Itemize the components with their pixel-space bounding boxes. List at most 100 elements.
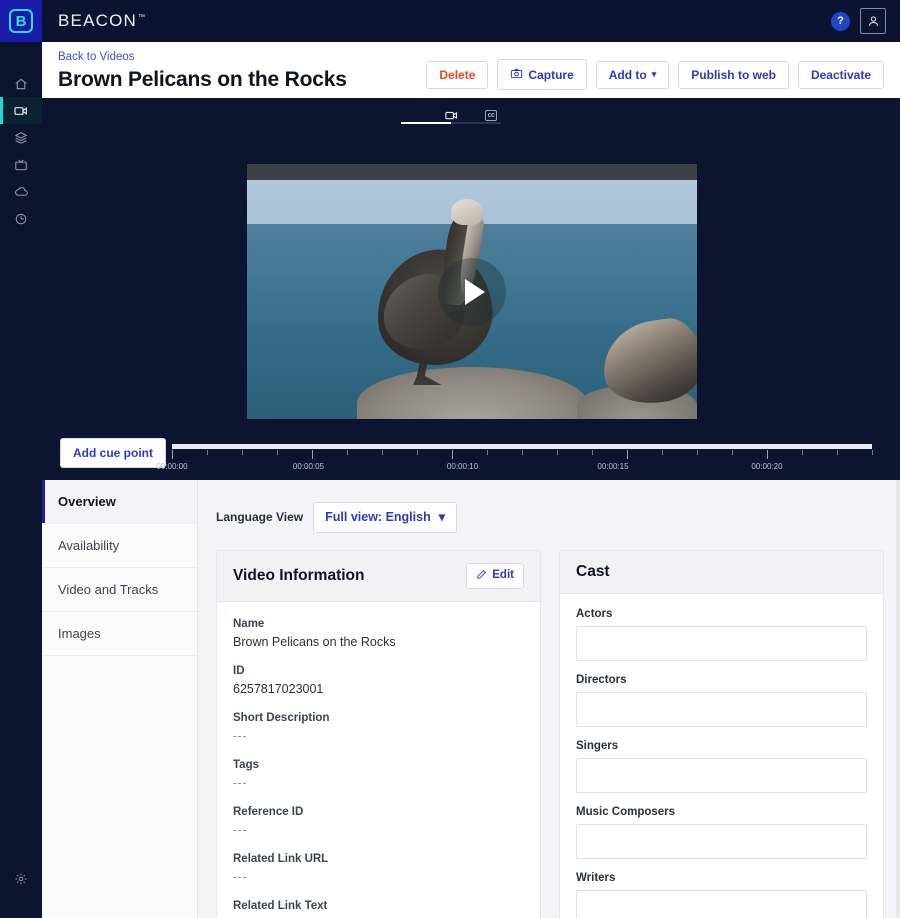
cast-field-input[interactable] [576, 823, 867, 859]
video-info-field-label: Related Link Text [233, 900, 328, 912]
panel-cards: Video Information Edit Name Brown Pelican… [198, 533, 900, 918]
publish-to-web-button[interactable]: Publish to web [678, 60, 789, 89]
cast-title: Cast [576, 562, 610, 580]
video-info-field: Name Brown Pelicans on the Rocks [233, 616, 524, 652]
nav-item-availability[interactable]: Availability [42, 524, 197, 568]
video-information-header: Video Information Edit [217, 550, 540, 602]
add-to-button[interactable]: Add to ▾ [595, 60, 670, 89]
video-info-field-label: Tags [233, 759, 259, 771]
help-icon[interactable]: ? [831, 11, 850, 31]
timeline-tick [277, 450, 278, 455]
page-header: Back to Videos Brown Pelicans on the Roc… [42, 42, 900, 98]
video-info-field: ID 6257817023001 [233, 663, 524, 699]
video-info-field-label: ID [233, 665, 245, 677]
timeline-time-label: 00:00:05 [292, 462, 325, 471]
add-cue-point-button[interactable]: Add cue point [60, 438, 166, 468]
timeline-tick [242, 450, 243, 455]
top-bar-actions: ? [831, 8, 900, 34]
language-view-value: Full view: English [325, 510, 431, 524]
video-information-fields: Name Brown Pelicans on the Rocks ID 6257817… [217, 602, 540, 918]
user-avatar-icon[interactable] [860, 8, 886, 34]
top-bar: B BEACON™ ? [0, 0, 900, 42]
video-info-field: Tags --- [233, 757, 524, 793]
video-information-title: Video Information [233, 566, 365, 584]
video-info-field-label: Short Description [233, 712, 330, 724]
delete-button[interactable]: Delete [426, 60, 489, 89]
trademark-symbol: ™ [138, 14, 147, 22]
timeline-time-label: 00:00:15 [597, 462, 629, 471]
language-view-select[interactable]: Full view: English ▾ [313, 502, 457, 533]
timeline-major-tick [452, 450, 453, 459]
nav-item-availability-label: Availability [58, 538, 120, 553]
timeline-tick [732, 450, 733, 455]
sidebar-item-home[interactable] [0, 70, 42, 97]
edit-button-label: Edit [492, 569, 514, 581]
sidebar-item-videos[interactable] [0, 97, 42, 124]
timeline-tick [557, 450, 558, 455]
video-information-card: Video Information Edit Name Brown Pelican… [216, 549, 541, 918]
timeline-tick [697, 450, 698, 455]
app-logo[interactable]: B [0, 0, 42, 42]
nav-item-video-and-tracks-label: Video and Tracks [58, 582, 159, 597]
video-player[interactable] [247, 164, 697, 419]
timeline-major-tick [172, 450, 173, 459]
nav-item-images[interactable]: Images [42, 612, 197, 656]
timeline-time-label: 00:00:00 [156, 462, 188, 471]
video-info-field: Reference ID --- [233, 804, 524, 840]
detail-content: Overview Availability Video and Tracks I… [42, 480, 900, 918]
cast-field-input[interactable] [576, 691, 867, 727]
timeline-major-tick [767, 450, 768, 459]
video-info-field: Related Link Text--- [233, 898, 524, 918]
pencil-icon [476, 569, 487, 584]
edit-video-information-button[interactable]: Edit [466, 562, 524, 589]
cast-field: Writers [576, 872, 867, 918]
video-info-field-value: --- [233, 823, 247, 838]
cast-field-label: Actors [576, 607, 613, 620]
beacon-logo-icon: B [9, 9, 33, 33]
delete-button-label: Delete [439, 67, 476, 82]
page-header-left: Back to Videos Brown Pelicans on the Roc… [42, 42, 347, 92]
cc-icon: cc [484, 109, 498, 121]
deactivate-button[interactable]: Deactivate [797, 60, 884, 89]
sidebar-item-settings[interactable] [0, 865, 42, 892]
timeline-time-label: 00:00:10 [446, 462, 479, 471]
sidebar-item-live[interactable] [0, 151, 42, 178]
poster-sky-band [247, 164, 697, 180]
video-info-field-value: Brown Pelicans on the Rocks [233, 635, 396, 650]
cast-field: Music Composers [576, 806, 867, 859]
vertical-scrollbar[interactable] [896, 480, 900, 918]
timeline-tick [592, 450, 593, 455]
timeline-major-tick [312, 450, 313, 459]
timeline-ruler[interactable]: 00:00:00 00:00:05 00:00:10 00:00:15 00:00:20 [156, 444, 873, 478]
cast-field-input[interactable] [576, 625, 867, 661]
cast-field: Singers [576, 740, 867, 793]
cast-card: Cast Actors Directors Singers Music Compose… [559, 549, 884, 918]
play-button[interactable] [438, 257, 506, 326]
sidebar-item-library[interactable] [0, 124, 42, 151]
timeline-major-tick [627, 450, 628, 459]
capture-button[interactable]: Capture [497, 59, 587, 90]
detail-nav: Overview Availability Video and Tracks I… [42, 480, 198, 918]
publish-button-label: Publish to web [691, 67, 776, 82]
timeline-track[interactable] [172, 444, 872, 449]
app-root: B BEACON™ ? Back to Videos Brown Pelican… [0, 0, 900, 918]
video-info-field-value: --- [233, 870, 247, 885]
timeline-tick [837, 450, 838, 455]
timeline-tick [347, 450, 348, 455]
nav-item-overview[interactable]: Overview [42, 480, 197, 524]
language-view-row: Language View Full view: English ▾ [198, 480, 900, 533]
tab-active-underline [401, 122, 451, 124]
timeline-tick [487, 450, 488, 455]
video-info-field-label: Related Link URL [233, 853, 329, 865]
sidebar-item-cloud[interactable] [0, 178, 42, 205]
cast-field-input[interactable] [576, 889, 867, 918]
timeline-tick [207, 450, 208, 455]
cast-field-input[interactable] [576, 757, 867, 793]
back-to-videos-link[interactable]: Back to Videos [58, 51, 347, 65]
cast-field-label: Music Composers [576, 805, 676, 818]
nav-item-video-and-tracks[interactable]: Video and Tracks [42, 568, 197, 612]
timeline-time-label: 00:00:20 [751, 462, 783, 471]
page-header-actions: Delete Capture Add to ▾ Publish to web D… [426, 42, 900, 90]
video-info-field-value: --- [233, 776, 247, 791]
sidebar-item-analytics[interactable] [0, 205, 42, 232]
